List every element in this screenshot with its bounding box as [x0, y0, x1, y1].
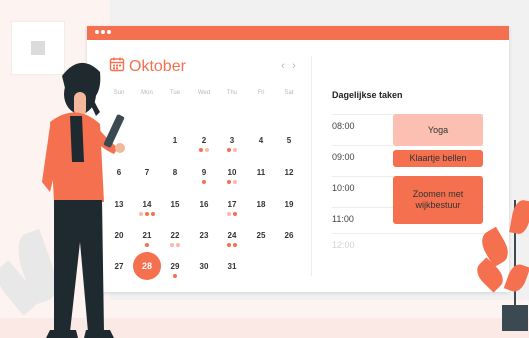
calendar-day[interactable]: 25 [247, 231, 275, 240]
calendar-day[interactable]: 19 [275, 200, 303, 209]
calendar-day[interactable]: 4 [247, 136, 275, 145]
window-dot [107, 30, 111, 34]
woman-illustration [42, 62, 125, 338]
task-yoga[interactable]: Yoga [393, 114, 483, 146]
event-indicator-dot [145, 212, 149, 216]
calendar-day[interactable]: 12 [275, 168, 303, 177]
calendar-window: Oktober ‹ › Sun Mon Tue Wed Thu Fri Sat 123456… [87, 26, 509, 292]
event-indicator-dot [233, 243, 237, 247]
calendar-day[interactable]: 24 [218, 231, 246, 240]
calendar-day[interactable]: 26 [275, 231, 303, 240]
task-label: Zoomen met wijkbestuur [412, 189, 464, 210]
calendar-day[interactable]: 3 [218, 136, 246, 145]
window-titlebar [87, 26, 509, 40]
previous-month-button[interactable]: ‹ [281, 60, 285, 72]
time-label: 08:00 [332, 121, 355, 131]
task-zoom-meeting[interactable]: Zoomen met wijkbestuur [393, 176, 483, 224]
time-label: 12:00 [332, 240, 355, 250]
plant-pot [502, 305, 528, 331]
event-indicator-dot [205, 148, 209, 152]
calendar-day[interactable]: 8 [161, 168, 189, 177]
time-divider [332, 233, 484, 234]
task-call-klaartje[interactable]: Klaartje bellen [393, 150, 483, 167]
panel-divider [311, 56, 312, 276]
calendar-day[interactable]: 9 [190, 168, 218, 177]
daily-tasks-title: Dagelijkse taken [332, 90, 403, 100]
event-indicator-dot [233, 180, 237, 184]
event-indicator-dot [227, 212, 231, 216]
event-indicator-dot [202, 180, 206, 184]
window-dot [95, 30, 99, 34]
calendar-day[interactable]: 10 [218, 168, 246, 177]
window-dot [101, 30, 105, 34]
event-indicator-dot [227, 243, 231, 247]
task-label: Klaartje bellen [409, 153, 467, 163]
event-indicator-dot [170, 243, 174, 247]
calendar-day[interactable]: 15 [161, 200, 189, 209]
weekday-label: Thu [226, 90, 238, 96]
event-indicator-dot [233, 212, 237, 216]
event-indicator-dot [176, 243, 180, 247]
calendar-day[interactable]: 29 [161, 262, 189, 271]
calendar-day[interactable]: 2 [190, 136, 218, 145]
event-indicator-dot [199, 148, 203, 152]
task-label: Yoga [427, 125, 449, 135]
weekday-label: Tue [169, 90, 181, 96]
calendar-day[interactable]: 5 [275, 136, 303, 145]
time-label: 09:00 [332, 152, 355, 162]
calendar-day[interactable]: 1 [161, 136, 189, 145]
weekday-label: Sat [284, 90, 294, 96]
event-indicator-dot [233, 148, 237, 152]
calendar-day[interactable]: 30 [190, 262, 218, 271]
calendar-day[interactable]: 23 [190, 231, 218, 240]
event-indicator-dot [145, 243, 149, 247]
time-label: 10:00 [332, 183, 355, 193]
event-indicator-dot [227, 180, 231, 184]
calendar-day[interactable]: 31 [218, 262, 246, 271]
event-indicator-dot [227, 148, 231, 152]
event-indicator-dot [173, 274, 177, 278]
calendar-day[interactable]: 22 [161, 231, 189, 240]
next-month-button[interactable]: › [292, 60, 296, 72]
event-indicator-dot [151, 212, 155, 216]
calendar-day[interactable]: 11 [247, 168, 275, 177]
calendar-day[interactable]: 18 [247, 200, 275, 209]
weekday-label: Wed [197, 90, 211, 96]
weekday-label: Fri [257, 90, 265, 96]
time-label: 11:00 [332, 214, 354, 224]
calendar-day[interactable]: 16 [190, 200, 218, 209]
calendar-day[interactable]: 17 [218, 200, 246, 209]
